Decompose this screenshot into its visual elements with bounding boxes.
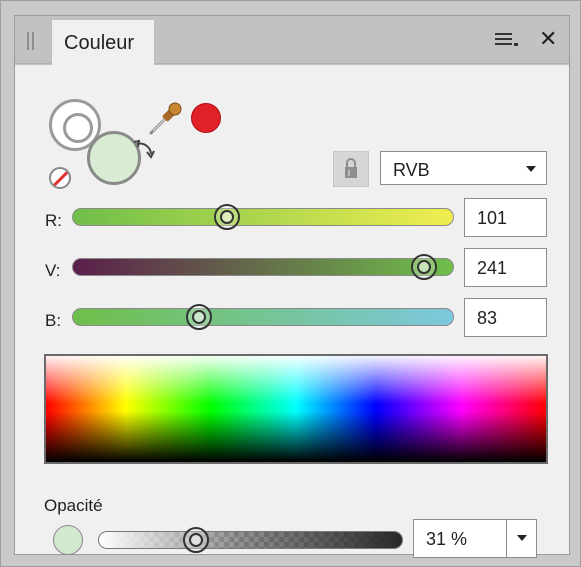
blue-slider-thumb[interactable] — [186, 304, 212, 330]
slider-row-green: V: 241 — [15, 248, 569, 288]
opacity-value: 31 % — [426, 529, 468, 549]
color-model-select[interactable]: RVB — [380, 151, 547, 185]
red-value-input[interactable]: 101 — [464, 198, 547, 237]
lock-icon — [345, 158, 357, 178]
red-value: 101 — [477, 208, 508, 228]
color-panel: Couleur ✕ RVB R: 101 V: 241 B: 83 Opacit… — [14, 15, 570, 558]
opacity-slider-track[interactable] — [98, 531, 403, 549]
lock-button[interactable] — [333, 151, 369, 187]
close-icon[interactable]: ✕ — [539, 27, 557, 51]
current-color-swatch[interactable] — [191, 103, 221, 133]
color-swatches — [45, 99, 155, 199]
chevron-down-icon — [526, 166, 536, 172]
slider-row-blue: B: 83 — [15, 298, 569, 338]
slider-label-blue: B: — [45, 311, 62, 330]
panel-menu-icon[interactable] — [495, 31, 519, 49]
slider-label-red: R: — [45, 211, 62, 230]
drag-grip-icon[interactable] — [27, 32, 35, 50]
green-slider-thumb[interactable] — [411, 254, 437, 280]
swap-colors-icon[interactable] — [131, 138, 157, 164]
color-spectrum[interactable] — [44, 354, 548, 464]
blue-value-input[interactable]: 83 — [464, 298, 547, 337]
blue-value: 83 — [477, 308, 498, 328]
opacity-preview-swatch — [53, 525, 83, 555]
panel-titlebar: Couleur ✕ — [15, 16, 569, 65]
color-model-value: RVB — [393, 160, 430, 180]
slider-row-red: R: 101 — [15, 198, 569, 238]
eyedropper-icon[interactable] — [147, 101, 183, 137]
window-frame: Couleur ✕ RVB R: 101 V: 241 B: 83 Opacit… — [0, 0, 581, 567]
red-slider-track[interactable] — [72, 208, 454, 226]
green-value: 241 — [477, 258, 508, 278]
blue-slider-track[interactable] — [72, 308, 454, 326]
opacity-input[interactable]: 31 % — [413, 519, 537, 558]
no-color-icon[interactable] — [49, 167, 71, 189]
opacity-divider — [506, 520, 507, 557]
tab-couleur[interactable]: Couleur — [51, 19, 155, 65]
opacity-slider-thumb[interactable] — [183, 527, 209, 553]
green-value-input[interactable]: 241 — [464, 248, 547, 287]
opacity-label: Opacité — [44, 496, 103, 515]
panel-body: RVB R: 101 V: 241 B: 83 Opacité 31 % — [15, 65, 569, 558]
red-slider-thumb[interactable] — [214, 204, 240, 230]
green-slider-track[interactable] — [72, 258, 454, 276]
slider-label-green: V: — [45, 261, 61, 280]
chevron-down-icon[interactable] — [517, 535, 527, 541]
tab-label: Couleur — [64, 32, 135, 54]
